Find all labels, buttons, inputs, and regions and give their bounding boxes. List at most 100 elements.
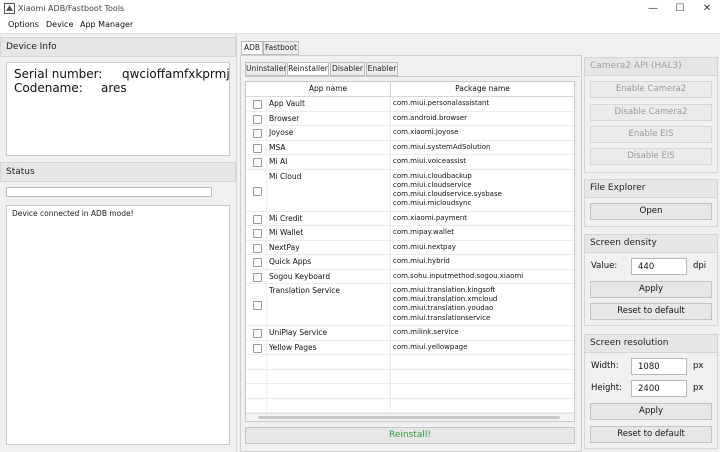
column-app-name[interactable]: App name [266,84,390,93]
height-input[interactable]: 2400 [631,380,687,397]
row-checkbox[interactable] [253,143,262,153]
tab-fastboot[interactable]: Fastboot [263,41,299,55]
enable-eis-button[interactable]: Enable EIS [590,126,712,143]
empty-row [246,355,574,370]
column-separator [390,384,391,398]
package-name-line: com.milink.service [393,328,459,336]
row-checkbox[interactable] [253,186,262,196]
column-separator [266,226,267,240]
tab-adb[interactable]: ADB [241,41,263,55]
package-name-cell: com.miui.translation.kingsoft com.miui.tr… [393,286,497,323]
menu-options[interactable]: Options [8,20,39,29]
table-row[interactable]: Mi Cloud com.miui.cloudbackup com.miui.clo… [246,169,574,212]
table-row[interactable]: Translation Service com.miui.translation.… [246,284,574,326]
column-separator [266,155,267,169]
density-input[interactable]: 440 [631,258,687,275]
column-separator [390,169,391,211]
row-checkbox[interactable] [253,229,262,238]
table-row[interactable]: Mi AI com.miui.voiceassist [246,155,574,170]
tab-uninstaller[interactable]: Uninstaller [245,62,286,76]
width-label: Width: [591,361,619,371]
scrollbar-thumb[interactable] [258,416,560,419]
empty-row [246,369,574,384]
horizontal-scrollbar[interactable] [246,413,574,421]
row-checkbox[interactable] [253,272,262,282]
column-separator [266,340,267,354]
tab-enabler[interactable]: Enabler [366,62,398,76]
resolution-reset-button[interactable]: Reset to default [590,426,712,443]
column-separator [266,269,267,283]
package-name-line: com.miui.translation.xmcloud [393,295,498,304]
row-checkbox[interactable] [253,301,262,310]
column-separator [266,211,267,225]
empty-row [246,398,574,413]
maximize-button[interactable]: ☐ [667,0,693,18]
table-row[interactable]: App Vault com.miui.personalassistant [246,97,574,112]
density-apply-button[interactable]: Apply [590,281,712,298]
table-row[interactable]: Sogou Keyboard com.sohu.inputmethod.sogou… [246,269,574,284]
menu-app-manager[interactable]: App Manager [80,20,133,29]
column-separator [390,326,391,340]
table-row[interactable]: Joyose com.xiaomi.joyose [246,126,574,141]
package-name-cell: com.android.browser [393,114,467,123]
table-row[interactable]: NextPay com.miui.nextpay [246,240,574,255]
table-row[interactable]: Quick Apps com.miui.hybrid [246,255,574,270]
row-checkbox[interactable] [253,129,262,138]
height-label: Height: [591,383,622,393]
column-separator [390,226,391,240]
row-checkbox[interactable] [253,114,262,124]
tab-disabler[interactable]: Disabler [330,62,365,76]
package-name-line: com.miui.cloudservice [393,180,472,189]
row-checkbox[interactable] [253,258,262,267]
row-checkbox[interactable] [253,243,262,253]
resolution-apply-button[interactable]: Apply [590,403,712,420]
column-separator [390,284,391,325]
column-separator [390,269,391,283]
row-checkbox[interactable] [253,158,262,167]
reinstall-button[interactable]: Reinstall! [245,427,575,444]
density-value-label: Value: [591,261,618,271]
row-checkbox[interactable] [253,343,262,353]
app-name-cell: App Vault [269,99,305,108]
empty-row [246,384,574,399]
pane-divider[interactable] [236,34,237,452]
table-row[interactable]: MSA com.miui.systemAdSolution [246,140,574,155]
table-row[interactable]: Mi Credit com.xiaomi.payment [246,211,574,226]
row-checkbox[interactable] [253,100,262,109]
package-name-line: com.miui.systemAdSolution [393,142,491,151]
title-bar: Xiaomi ADB/Fastboot Tools — ☐ ✕ [0,0,720,18]
minimize-button[interactable]: — [640,0,666,18]
app-table: App name Package name App Vault com.miui.… [245,81,575,422]
close-button[interactable]: ✕ [694,0,720,18]
table-row[interactable]: Yellow Pages com.miui.yellowpage [246,340,574,355]
column-separator [390,340,391,354]
codename-label: Codename: [14,81,83,95]
table-row[interactable]: UniPlay Service com.milink.service [246,326,574,341]
progress-bar [6,187,212,197]
package-name-cell: com.miui.nextpay [393,243,456,252]
app-name-cell: UniPlay Service [269,328,328,337]
disable-camera2-button[interactable]: Disable Camera2 [590,104,712,121]
height-unit: px [693,383,704,393]
screen-density-header: Screen density [584,234,718,253]
tab-reinstaller[interactable]: Reinstaller [287,62,329,76]
row-checkbox[interactable] [253,214,262,224]
enable-camera2-button[interactable]: Enable Camera2 [590,81,712,98]
width-input[interactable]: 1080 [631,358,687,375]
column-separator [390,126,391,140]
density-reset-button[interactable]: Reset to default [590,303,712,320]
column-separator [266,97,267,111]
package-name-line: com.miui.yellowpage [393,342,468,351]
app-name-cell: Browser [269,113,300,123]
status-header: Status [0,162,236,182]
column-separator [266,326,267,340]
menu-device[interactable]: Device [46,20,73,29]
disable-eis-button[interactable]: Disable EIS [590,148,712,165]
column-package-name[interactable]: Package name [391,84,574,93]
table-row[interactable]: Browser com.android.browser [246,111,574,126]
open-file-explorer-button[interactable]: Open [590,203,712,220]
column-separator [266,255,267,269]
row-checkbox[interactable] [253,329,262,338]
table-row[interactable]: Mi Wallet com.mipay.wallet [246,226,574,241]
package-name-cell: com.miui.voiceassist [393,157,466,166]
